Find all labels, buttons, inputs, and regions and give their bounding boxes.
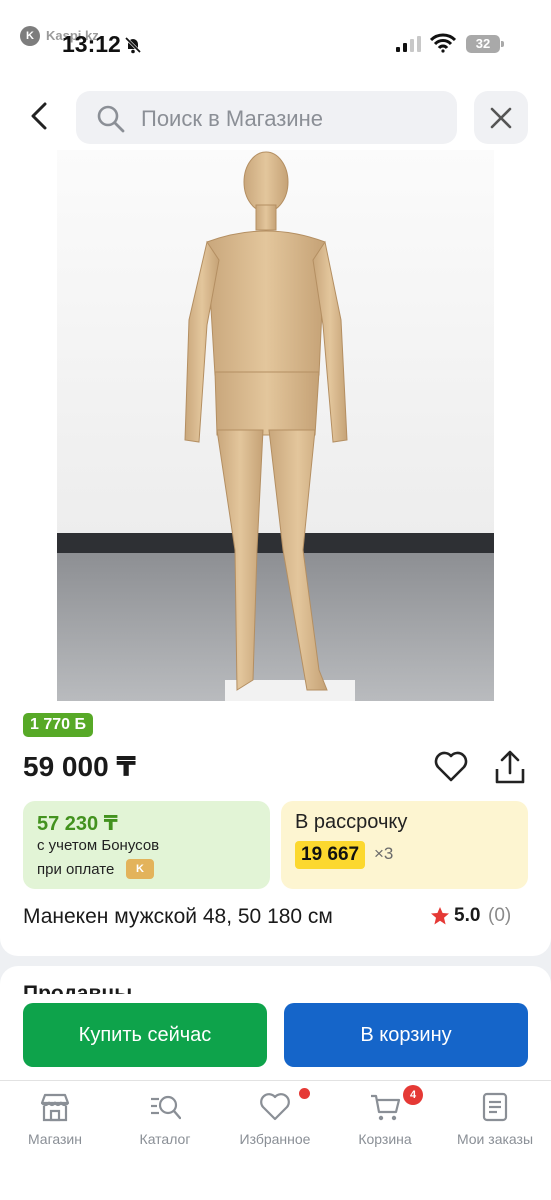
kaspi-mini-logo-icon: K <box>126 859 154 879</box>
share-icon[interactable] <box>492 749 528 787</box>
product-card: 1 770 Б 59 000 ₸ 57 230 ₸ с учетом Бонус… <box>0 150 551 956</box>
nav-label-cart: Корзина <box>358 1131 412 1147</box>
bonus-price-panel[interactable]: 57 230 ₸ с учетом Бонусов при оплате K <box>23 801 270 889</box>
nav-item-orders[interactable]: Мои заказы <box>440 1081 550 1161</box>
close-button[interactable] <box>474 91 528 144</box>
store-icon <box>40 1093 70 1122</box>
installment-title: В рассрочку <box>295 811 408 833</box>
cart-icon <box>371 1094 401 1121</box>
bell-off-icon <box>124 36 142 54</box>
status-bar: K Kaspi.kz 13:12 32 <box>0 0 551 80</box>
battery-level: 32 <box>466 35 500 53</box>
bonus-caption: с учетом Бонусов <box>37 837 160 854</box>
header: Поиск в Магазине <box>0 80 551 150</box>
rating-star-icon <box>431 907 449 925</box>
nav-item-favorites[interactable]: Избранное <box>220 1081 330 1161</box>
reviews-count[interactable]: (0) <box>488 905 511 927</box>
installment-panel[interactable]: В рассрочку 19 667 ×3 <box>281 801 528 889</box>
search-icon <box>97 105 125 133</box>
nav-item-catalog[interactable]: Каталог <box>110 1081 220 1161</box>
action-bar: Купить сейчас В корзину <box>0 994 551 1080</box>
product-image[interactable] <box>57 150 494 701</box>
bonus-badge: 1 770 Б <box>23 713 93 737</box>
heart-icon <box>260 1093 290 1121</box>
nav-label-orders: Мои заказы <box>456 1131 534 1147</box>
nav-label-store: Магазин <box>27 1131 82 1147</box>
search-placeholder: Поиск в Магазине <box>141 106 323 131</box>
cell-signal-icon <box>396 36 421 52</box>
cart-count-badge: 4 <box>403 1085 423 1105</box>
status-time: 13:12 <box>62 31 121 57</box>
kaspi-logo-icon: K <box>20 26 40 46</box>
product-price: 59 000 ₸ <box>23 751 136 782</box>
product-title: Манекен мужской 48, 50 180 см <box>23 905 333 928</box>
battery-icon: 32 <box>466 35 504 53</box>
nav-item-store[interactable]: Магазин <box>0 1081 110 1161</box>
nav-label-favorites: Избранное <box>239 1131 311 1147</box>
nav-item-cart[interactable]: 4 Корзина <box>330 1081 440 1161</box>
buy-now-button[interactable]: Купить сейчас <box>23 1003 267 1067</box>
add-to-cart-button[interactable]: В корзину <box>284 1003 528 1067</box>
bottom-nav: Магазин Каталог Избранное 4 Корзина Мои … <box>0 1080 551 1200</box>
orders-icon <box>482 1092 508 1122</box>
nav-label-catalog: Каталог <box>139 1131 191 1147</box>
close-icon <box>490 107 512 129</box>
bonus-price: 57 230 ₸ <box>37 813 118 835</box>
mannequin-photo <box>57 150 494 701</box>
catalog-icon <box>151 1095 181 1120</box>
bonus-payment-caption: при оплате <box>37 861 115 878</box>
back-arrow-icon[interactable] <box>22 98 58 134</box>
installment-amount: 19 667 <box>295 841 366 869</box>
wifi-icon <box>430 33 456 53</box>
favorites-notification-dot <box>299 1088 310 1099</box>
search-input[interactable]: Поиск в Магазине <box>76 91 457 144</box>
installment-months: ×3 <box>374 844 394 863</box>
favorite-heart-icon[interactable] <box>433 749 469 783</box>
rating-value[interactable]: 5.0 <box>454 905 480 927</box>
